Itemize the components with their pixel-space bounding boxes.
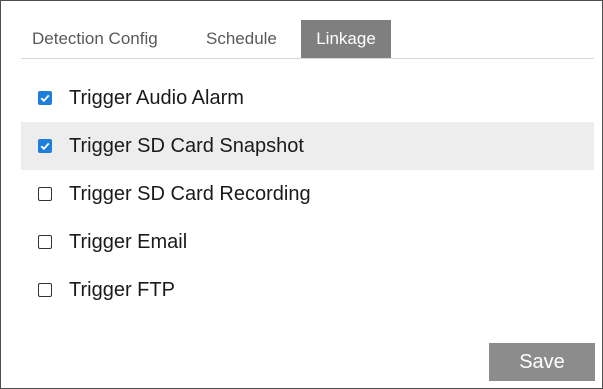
option-trigger-email[interactable]: Trigger Email [21, 218, 594, 266]
tab-schedule[interactable]: Schedule [206, 20, 277, 58]
option-trigger-ftp[interactable]: Trigger FTP [21, 266, 594, 314]
option-trigger-audio-alarm[interactable]: Trigger Audio Alarm [21, 74, 594, 122]
tab-detection-config[interactable]: Detection Config [32, 20, 158, 58]
trigger-audio-alarm-checkbox[interactable] [38, 91, 52, 105]
tab-linkage[interactable]: Linkage [301, 20, 391, 58]
trigger-options-list: Trigger Audio Alarm Trigger SD Card Snap… [21, 74, 594, 314]
option-label: Trigger SD Card Recording [69, 182, 311, 205]
linkage-panel: Detection Config Schedule Linkage Trigge… [0, 0, 603, 389]
option-trigger-sd-card-recording[interactable]: Trigger SD Card Recording [21, 170, 594, 218]
trigger-sd-card-snapshot-checkbox[interactable] [38, 139, 52, 153]
option-trigger-sd-card-snapshot[interactable]: Trigger SD Card Snapshot [21, 122, 594, 170]
option-label: Trigger Email [69, 230, 188, 253]
trigger-ftp-checkbox[interactable] [38, 283, 52, 297]
option-label: Trigger FTP [69, 278, 175, 301]
option-label: Trigger Audio Alarm [69, 86, 244, 109]
save-button[interactable]: Save [489, 343, 595, 381]
checkmark-icon [40, 142, 50, 151]
trigger-sd-card-recording-checkbox[interactable] [38, 187, 52, 201]
trigger-email-checkbox[interactable] [38, 235, 52, 249]
option-label: Trigger SD Card Snapshot [69, 134, 304, 157]
tab-bar: Detection Config Schedule Linkage [21, 20, 594, 59]
checkmark-icon [40, 94, 50, 103]
